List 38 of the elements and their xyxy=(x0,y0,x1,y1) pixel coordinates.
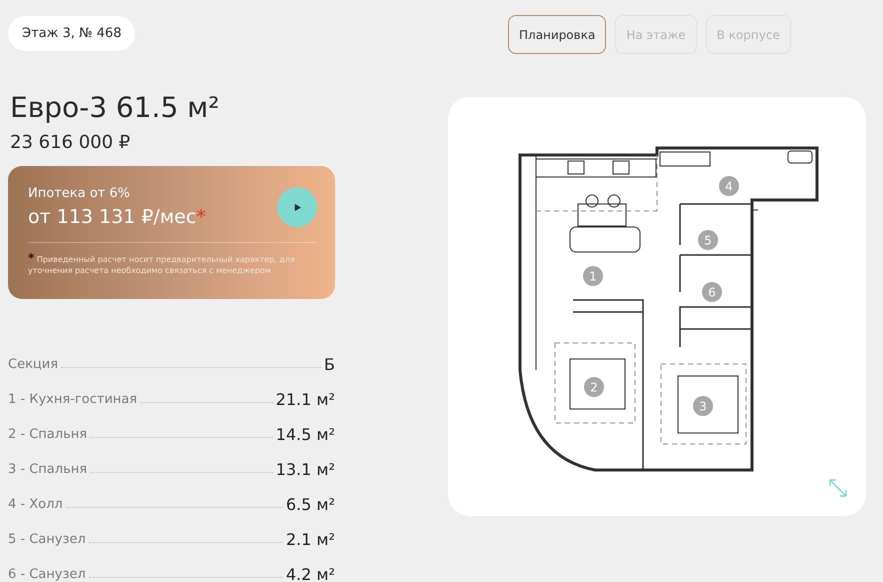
apartment-title: Евро-3 61.5 м² xyxy=(10,91,221,124)
spec-value: 4.2 м² xyxy=(286,565,335,582)
spec-label: 1 - Кухня-гостиная xyxy=(8,392,138,409)
play-button[interactable] xyxy=(277,187,317,227)
disclaimer-text: * Приведенный расчет носит предварительный характер, для уточнения расчета необходимо связаться с менеджером. xyxy=(28,253,296,276)
apartment-price: 23 616 000 ₽ xyxy=(10,132,132,153)
room-number: 1 xyxy=(589,270,597,284)
spec-value: 2.1 м² xyxy=(286,530,335,549)
spec-label: 3 - Спальня xyxy=(8,462,88,479)
mortgage-label: Ипотека от 6% xyxy=(28,186,131,201)
room-number: 2 xyxy=(590,380,598,394)
room-marker xyxy=(584,377,604,397)
play-icon xyxy=(292,202,302,212)
expand-icon[interactable] xyxy=(829,479,847,497)
room-number: 5 xyxy=(704,234,712,248)
room-number: 6 xyxy=(708,286,716,300)
room-number: 3 xyxy=(699,400,707,414)
spec-label: 6 - Санузел xyxy=(8,567,86,582)
room-marker xyxy=(698,230,718,250)
view-tab[interactable]: Планировка xyxy=(508,15,606,54)
spec-value: 13.1 м² xyxy=(276,460,335,479)
room-marker xyxy=(702,282,722,302)
mortgage-payment: от 113 131 ₽/мес* xyxy=(28,206,206,228)
spec-label: 2 - Спальня xyxy=(8,427,88,444)
room-marker xyxy=(719,176,739,196)
spec-label: 5 - Санузел xyxy=(8,532,86,549)
room-marker xyxy=(583,266,603,286)
spec-value: Б xyxy=(324,355,335,374)
floor-badge: Этаж 3, № 468 xyxy=(8,16,136,51)
spec-value: 21.1 м² xyxy=(276,390,335,409)
spec-value: 6.5 м² xyxy=(286,495,335,514)
spec-label: Секция xyxy=(8,357,58,374)
view-tab[interactable]: В корпусе xyxy=(706,15,791,54)
spec-value: 14.5 м² xyxy=(276,425,335,444)
room-marker xyxy=(693,396,713,416)
spec-label: 4 - Холл xyxy=(8,497,63,514)
view-tab[interactable]: На этаже xyxy=(615,15,697,54)
room-number: 4 xyxy=(725,180,733,194)
